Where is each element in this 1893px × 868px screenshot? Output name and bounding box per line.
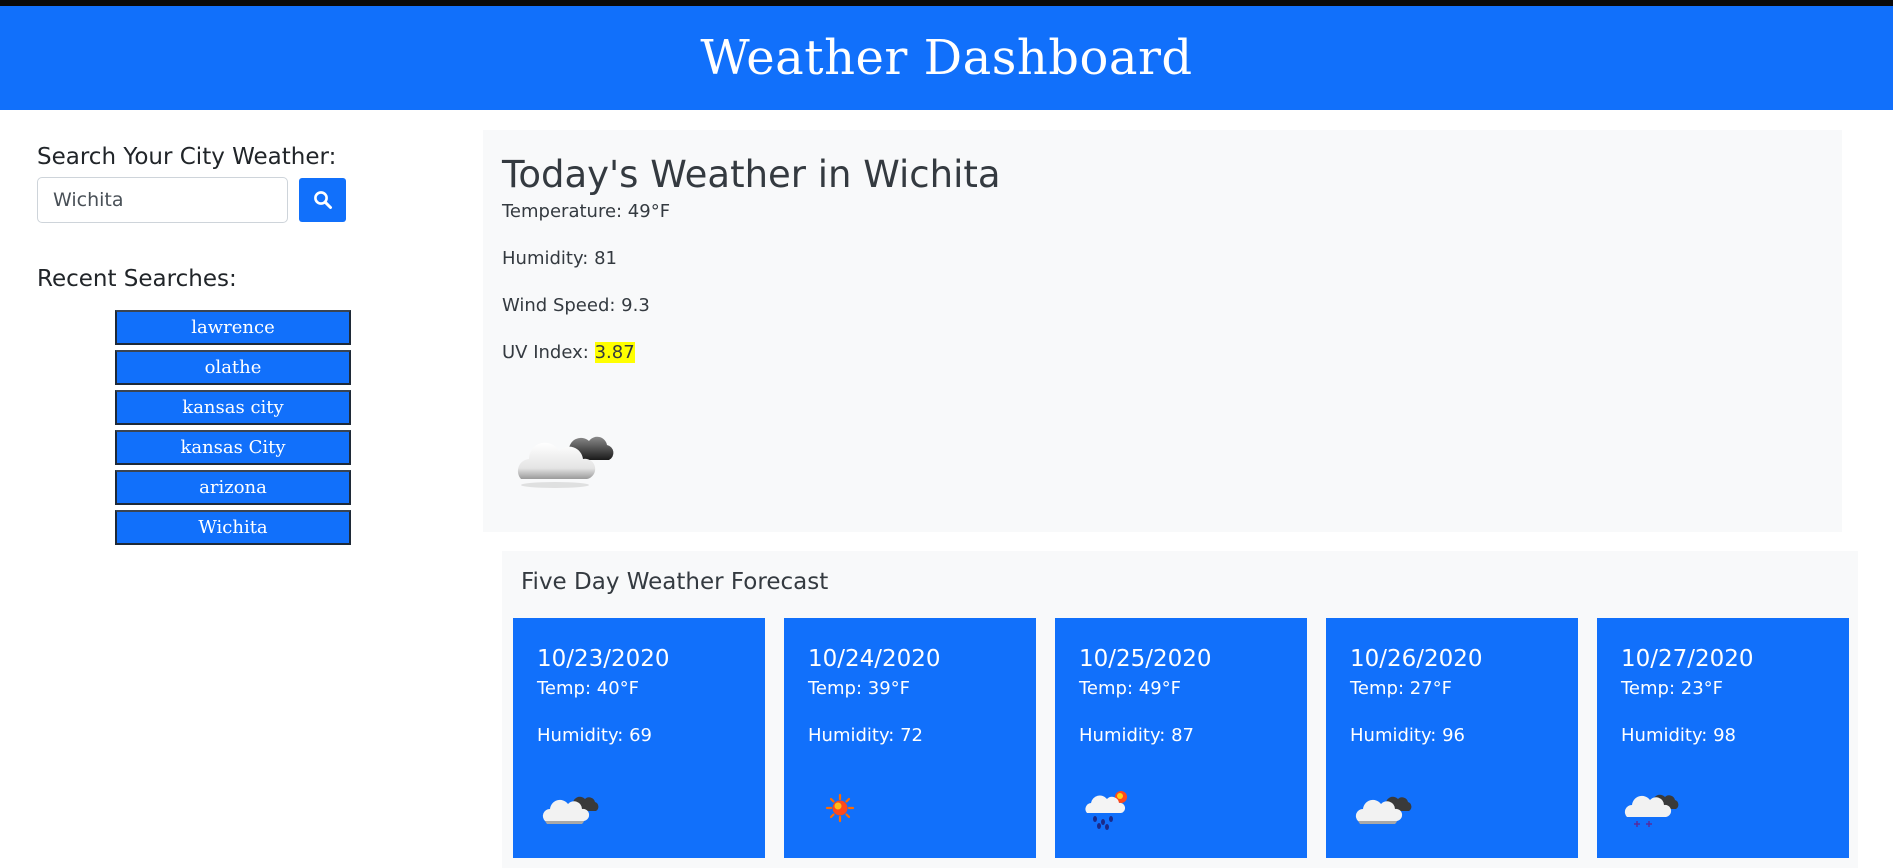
today-weather-panel: Today's Weather in Wichita Temperature: …: [483, 130, 1842, 532]
forecast-humidity: Humidity: 87: [1079, 725, 1194, 746]
today-title: Today's Weather in Wichita: [502, 153, 1001, 196]
search-input[interactable]: [37, 177, 288, 223]
search-button[interactable]: [299, 178, 346, 222]
cloudy-night-icon: [542, 796, 599, 824]
forecast-humidity: Humidity: 98: [1621, 725, 1736, 746]
recent-search-button[interactable]: lawrence: [115, 310, 351, 345]
recent-search-button[interactable]: kansas city: [115, 390, 351, 425]
forecast-temp: Temp: 27°F: [1350, 678, 1453, 699]
five-day-forecast-panel: Five Day Weather Forecast 10/23/2020 Tem…: [502, 551, 1858, 868]
today-wind-speed: Wind Speed: 9.3: [502, 295, 650, 316]
forecast-temp: Temp: 40°F: [537, 678, 640, 699]
forecast-date: 10/27/2020: [1621, 646, 1754, 672]
search-label: Search Your City Weather:: [37, 144, 337, 170]
search-row: [37, 177, 346, 223]
forecast-cards: 10/23/2020 Temp: 40°F Humidity: 69 10/24…: [513, 618, 1849, 858]
forecast-card: 10/26/2020 Temp: 27°F Humidity: 96: [1326, 618, 1578, 858]
page-header: Weather Dashboard: [0, 6, 1893, 110]
forecast-temp: Temp: 49°F: [1079, 678, 1182, 699]
forecast-card: 10/25/2020 Temp: 49°F Humidity: 87: [1055, 618, 1307, 858]
forecast-temp: Temp: 39°F: [808, 678, 911, 699]
forecast-humidity: Humidity: 69: [537, 725, 652, 746]
forecast-date: 10/24/2020: [808, 646, 941, 672]
recent-search-button[interactable]: olathe: [115, 350, 351, 385]
forecast-card: 10/24/2020 Temp: 39°F Humidity: 72: [784, 618, 1036, 858]
today-temperature: Temperature: 49°F: [502, 201, 671, 222]
forecast-temp: Temp: 23°F: [1621, 678, 1724, 699]
today-humidity: Humidity: 81: [502, 248, 617, 269]
uv-index-value: 3.87: [594, 342, 635, 363]
forecast-card: 10/27/2020 Temp: 23°F Humidity: 98: [1597, 618, 1849, 858]
sidebar: Search Your City Weather: Recent Searche…: [37, 140, 397, 545]
recent-searches-label: Recent Searches:: [37, 266, 237, 292]
uv-index-label: UV Index:: [502, 342, 595, 363]
forecast-card: 10/23/2020 Temp: 40°F Humidity: 69: [513, 618, 765, 858]
today-uv-index: UV Index: 3.87: [502, 338, 1823, 385]
snow-cloud-icon: [1624, 794, 1679, 827]
page-title: Weather Dashboard: [700, 30, 1193, 86]
forecast-humidity: Humidity: 96: [1350, 725, 1465, 746]
recent-search-button[interactable]: arizona: [115, 470, 351, 505]
forecast-title: Five Day Weather Forecast: [521, 569, 829, 595]
rain-sun-icon: [1085, 791, 1127, 830]
forecast-date: 10/23/2020: [537, 646, 670, 672]
cloudy-night-icon: [517, 436, 614, 488]
sun-icon: [825, 793, 855, 823]
cloudy-night-icon: [1355, 796, 1412, 824]
search-icon: [313, 191, 332, 209]
recent-search-button[interactable]: Wichita: [115, 510, 351, 545]
forecast-date: 10/26/2020: [1350, 646, 1483, 672]
forecast-humidity: Humidity: 72: [808, 725, 923, 746]
forecast-date: 10/25/2020: [1079, 646, 1212, 672]
recent-searches-list: lawrence olathe kansas city kansas City …: [115, 310, 351, 550]
recent-search-button[interactable]: kansas City: [115, 430, 351, 465]
